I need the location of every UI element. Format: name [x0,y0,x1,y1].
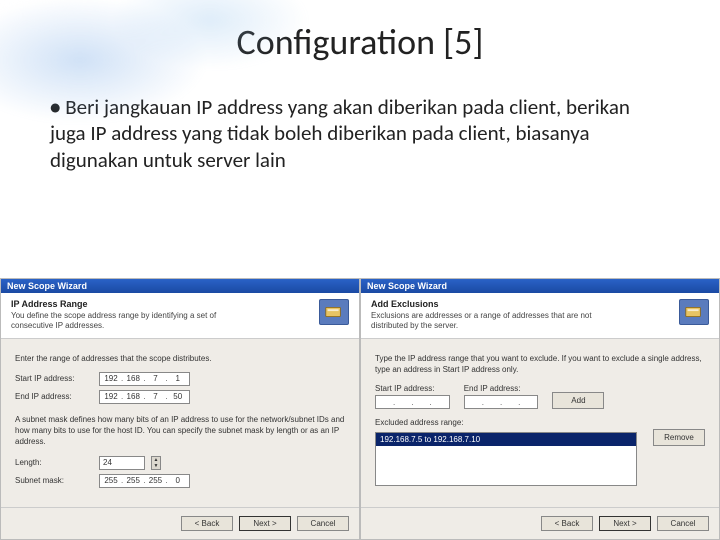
back-button[interactable]: < Back [541,516,593,531]
mask-field[interactable]: 255. 255. 255. 0 [99,474,190,488]
titlebar-right: New Scope Wizard [361,279,719,293]
excl-end-label: End IP address: [464,383,539,394]
header-title-left: IP Address Range [11,299,311,309]
dialog-row: New Scope Wizard IP Address Range You de… [0,278,720,540]
oct: 7 [147,373,163,384]
wizard-header-left: IP Address Range You define the scope ad… [1,293,359,339]
oct: 0 [170,475,186,486]
length-stepper[interactable]: ▲▼ [151,456,161,470]
oct: 192 [103,391,119,402]
oct: 7 [147,391,163,402]
oct: 168 [125,391,141,402]
dialog-ip-range: New Scope Wizard IP Address Range You de… [0,278,360,540]
wizard-header-right: Add Exclusions Exclusions are addresses … [361,293,719,339]
slide-title: Configuration [5] [0,0,720,64]
header-subtitle-left: You define the scope address range by id… [11,311,241,332]
excl-start-field[interactable]: . . . [375,395,450,409]
end-ip-label: End IP address: [15,391,93,402]
oct: 255 [125,475,141,486]
scope-icon [679,299,709,325]
add-button[interactable]: Add [552,392,604,409]
oct: 50 [170,391,186,402]
scope-icon [319,299,349,325]
content-right: Type the IP address range that you want … [361,339,719,507]
start-ip-label: Start IP address: [15,373,93,384]
mask-paragraph: A subnet mask defines how many bits of a… [15,414,345,448]
remove-button[interactable]: Remove [653,429,705,446]
titlebar-left: New Scope Wizard [1,279,359,293]
oct: 255 [103,475,119,486]
exclusion-item[interactable]: 192.168.7.5 to 192.168.7.10 [376,433,636,446]
length-label: Length: [15,457,93,468]
dialog-exclusions: New Scope Wizard Add Exclusions Exclusio… [360,278,720,540]
oct: 168 [125,373,141,384]
content-left: Enter the range of addresses that the sc… [1,339,359,507]
mask-label: Subnet mask: [15,475,93,486]
footer-right: < Back Next > Cancel [361,507,719,539]
header-title-right: Add Exclusions [371,299,671,309]
excl-start-label: Start IP address: [375,383,450,394]
next-button[interactable]: Next > [599,516,651,531]
end-ip-field[interactable]: 192. 168. 7. 50 [99,390,190,404]
oct: 255 [147,475,163,486]
intro-text-right: Type the IP address range that you want … [375,353,705,375]
length-field[interactable]: 24 [99,456,145,470]
cancel-button[interactable]: Cancel [297,516,349,531]
oct: 192 [103,373,119,384]
next-button[interactable]: Next > [239,516,291,531]
footer-left: < Back Next > Cancel [1,507,359,539]
header-subtitle-right: Exclusions are addresses or a range of a… [371,311,601,332]
back-button[interactable]: < Back [181,516,233,531]
slide-body: Beri jangkauan IP address yang akan dibe… [0,64,720,173]
intro-text-left: Enter the range of addresses that the sc… [15,353,345,364]
oct: 1 [170,373,186,384]
cancel-button[interactable]: Cancel [657,516,709,531]
exclusion-listbox[interactable]: 192.168.7.5 to 192.168.7.10 [375,432,637,486]
excluded-label: Excluded address range: [375,417,705,428]
excl-end-field[interactable]: . . . [464,395,539,409]
slide-bullet: Beri jangkauan IP address yang akan dibe… [50,94,670,173]
start-ip-field[interactable]: 192. 168. 7. 1 [99,372,190,386]
